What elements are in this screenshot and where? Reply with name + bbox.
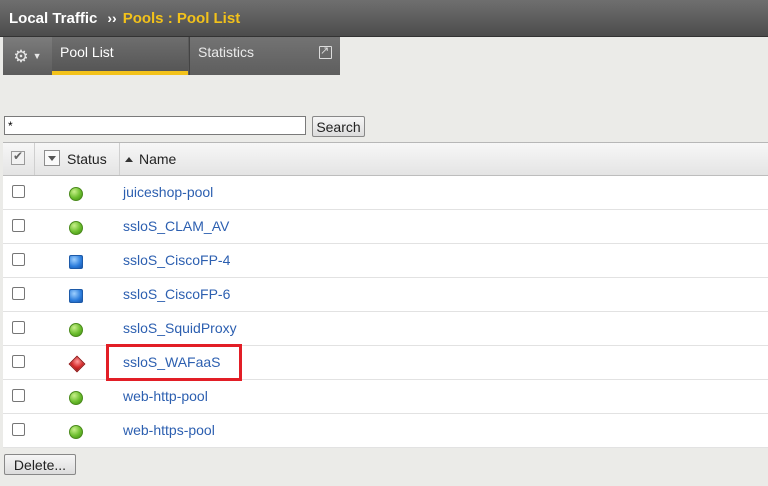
breadcrumb-page: Pools : Pool List <box>122 9 241 27</box>
pool-name-link[interactable]: juiceshop-pool <box>123 184 213 200</box>
checkmark-icon <box>11 149 25 165</box>
row-checkbox[interactable] <box>12 389 25 402</box>
status-available-icon <box>69 323 83 337</box>
tab-label: Pool List <box>60 44 114 60</box>
row-checkbox[interactable] <box>12 355 25 368</box>
delete-button[interactable]: Delete... <box>4 454 76 475</box>
row-checkbox[interactable] <box>12 219 25 232</box>
status-unknown-icon <box>69 255 83 269</box>
pool-name-link[interactable]: web-https-pool <box>123 422 215 438</box>
table-row: juiceshop-pool <box>3 176 768 210</box>
status-offline-icon <box>68 355 86 373</box>
column-divider <box>119 143 120 175</box>
table-row: ssloS_CiscoFP-6 <box>3 278 768 312</box>
pool-name-link[interactable]: web-http-pool <box>123 388 208 404</box>
table-row: web-https-pool <box>3 414 768 448</box>
status-available-icon <box>69 425 83 439</box>
pool-name-link[interactable]: ssloS_CiscoFP-4 <box>123 252 230 268</box>
status-unknown-icon <box>69 289 83 303</box>
select-all-checkbox[interactable] <box>3 143 35 175</box>
breadcrumb: Local Traffic ›› Pools : Pool List <box>0 0 768 37</box>
column-header-name-label: Name <box>139 151 177 167</box>
status-available-icon <box>69 187 83 201</box>
table-row: ssloS_WAFaaS <box>3 346 768 380</box>
column-header-status[interactable]: Status <box>67 151 107 167</box>
tab-bar: ⚙ ▼ Pool List Statistics <box>3 37 340 75</box>
pool-name-link[interactable]: ssloS_SquidProxy <box>123 320 237 336</box>
caret-down-icon: ▼ <box>32 51 42 61</box>
pool-name-link[interactable]: ssloS_WAFaaS <box>123 354 221 370</box>
search-button[interactable]: Search <box>312 116 365 137</box>
pool-name-link[interactable]: ssloS_CiscoFP-6 <box>123 286 230 302</box>
row-checkbox[interactable] <box>12 287 25 300</box>
row-checkbox[interactable] <box>12 423 25 436</box>
table-row: web-http-pool <box>3 380 768 414</box>
status-available-icon <box>69 221 83 235</box>
row-checkbox[interactable] <box>12 185 25 198</box>
table-header: Status Name <box>3 143 768 176</box>
sort-ascending-icon <box>125 157 133 162</box>
gear-icon: ⚙ <box>13 46 29 66</box>
tab-statistics[interactable]: Statistics <box>189 37 340 75</box>
pool-table: Status Name juiceshop-pool ssloS_CLAM_AV… <box>3 142 768 448</box>
breadcrumb-section[interactable]: Local Traffic <box>9 10 97 27</box>
tab-pool-list[interactable]: Pool List <box>52 37 188 75</box>
status-filter-dropdown[interactable] <box>44 150 60 166</box>
table-row: ssloS_CiscoFP-4 <box>3 244 768 278</box>
row-checkbox[interactable] <box>12 253 25 266</box>
breadcrumb-separator: ›› <box>107 10 117 26</box>
column-header-name[interactable]: Name <box>125 151 176 167</box>
row-checkbox[interactable] <box>12 321 25 334</box>
options-menu-button[interactable]: ⚙ ▼ <box>3 37 53 75</box>
status-available-icon <box>69 391 83 405</box>
search-input[interactable] <box>4 116 306 135</box>
table-row: ssloS_SquidProxy <box>3 312 768 346</box>
table-row: ssloS_CLAM_AV <box>3 210 768 244</box>
popout-icon[interactable] <box>319 44 332 59</box>
tab-label: Statistics <box>198 44 255 60</box>
pool-name-link[interactable]: ssloS_CLAM_AV <box>123 218 229 234</box>
